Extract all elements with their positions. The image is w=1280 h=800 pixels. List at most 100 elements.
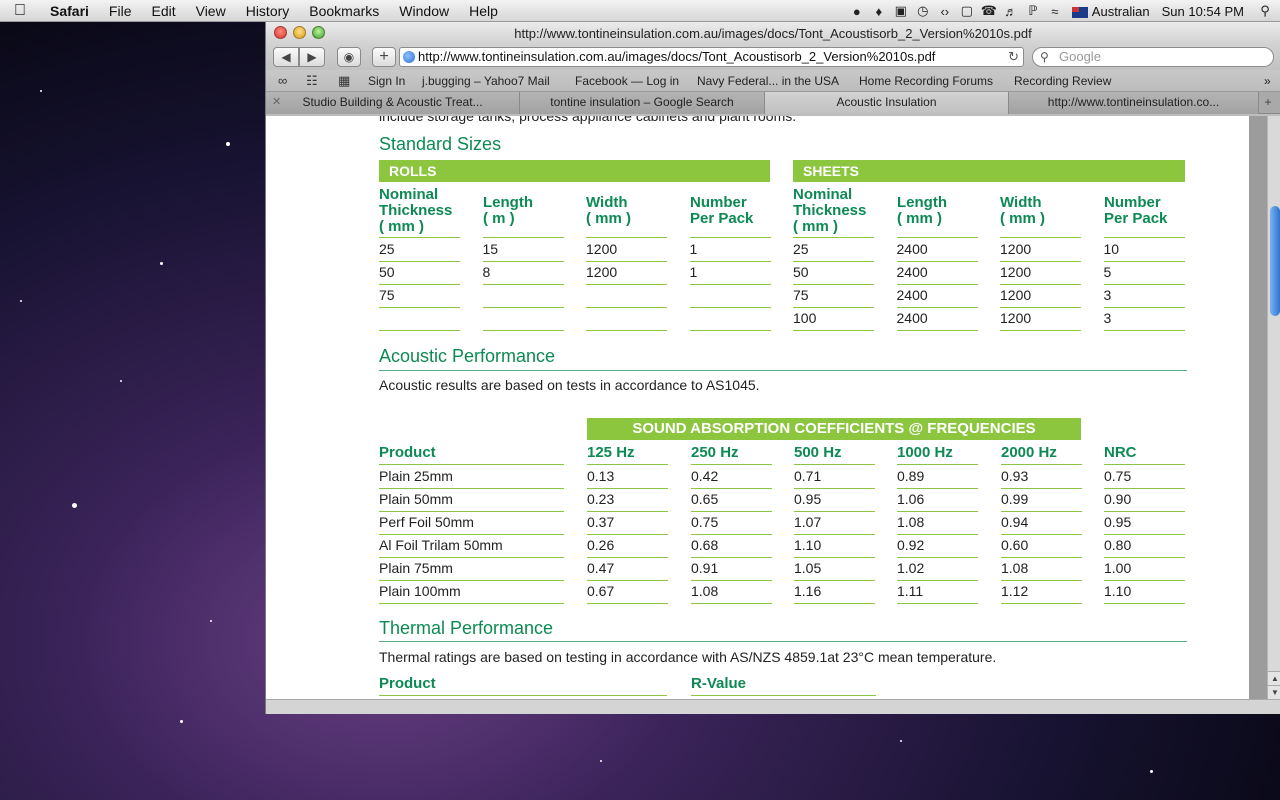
absorption-value-cell: 0.60 (1001, 535, 1082, 558)
star (900, 740, 902, 742)
bookmark-recording-review[interactable]: Recording Review (1014, 74, 1111, 88)
apple-menu-icon[interactable]:  (0, 2, 40, 20)
tab-studio-building[interactable]: ✕ Studio Building & Acoustic Treat... (266, 92, 520, 114)
australia-flag-icon (1071, 6, 1088, 18)
sheets-header-rule (793, 237, 874, 238)
spotlight-icon[interactable]: ⚲ (1250, 3, 1280, 19)
phone-icon[interactable]: ☎ (978, 3, 1000, 19)
vertical-scrollbar[interactable]: ▲ ▼ (1267, 116, 1280, 699)
absorption-value-cell: 0.93 (1001, 466, 1082, 489)
scroll-up-arrow[interactable]: ▲ (1268, 671, 1280, 685)
rolls-cell (689, 308, 771, 331)
code-icon[interactable]: ‹› (934, 4, 956, 19)
absorption-value-cell: 0.90 (1104, 489, 1185, 512)
standard-sizes-heading: Standard Sizes (379, 134, 502, 154)
bluetooth-icon[interactable]: ℙ (1022, 3, 1044, 19)
sheets-header-rule (1000, 237, 1081, 238)
sheets-header-thickness: Nominal Thickness( mm ) (793, 186, 867, 235)
rolls-cell: 15 (482, 239, 564, 262)
tab-acoustic-insulation[interactable]: Acoustic Insulation (765, 92, 1009, 114)
absorption-value-cell: 1.06 (897, 489, 978, 512)
bookmarks-overflow-icon[interactable]: » (1264, 74, 1271, 88)
star (210, 620, 212, 622)
bookmark-home-recording[interactable]: Home Recording Forums (859, 74, 993, 88)
forward-button[interactable]: ▶ (299, 47, 325, 67)
input-source-label: Australian (1091, 3, 1150, 19)
display-icon[interactable]: ▢ (956, 3, 978, 19)
absorption-header-rule (587, 464, 668, 465)
rolls-cell: 75 (379, 285, 460, 308)
rolls-header-rule (689, 237, 771, 238)
absorption-value-cell: 1.10 (1104, 581, 1185, 604)
rolls-cell: 1 (689, 239, 771, 262)
search-icon: ⚲ (1040, 50, 1049, 64)
star (40, 90, 42, 92)
browser-window: http://www.tontineinsulation.com.au/imag… (265, 22, 1280, 714)
absorption-value-cell: 0.94 (1001, 512, 1082, 535)
reading-glasses-icon[interactable]: ∞ (278, 73, 287, 88)
menu-history[interactable]: History (236, 3, 300, 19)
rolls-cell (482, 285, 564, 308)
bookmark-navy-federal[interactable]: Navy Federal... in the USA (697, 74, 839, 88)
absorption-product-cell: Plain 25mm (379, 466, 564, 489)
absorption-value-cell: 0.23 (587, 489, 668, 512)
scroll-down-arrow[interactable]: ▼ (1268, 685, 1280, 699)
absorption-header-rule (897, 464, 978, 465)
menu-view[interactable]: View (186, 3, 236, 19)
rolls-cell: 1200 (586, 262, 667, 285)
menu-file[interactable]: File (99, 3, 142, 19)
tab-pdf[interactable]: http://www.tontineinsulation.co... (1009, 92, 1259, 114)
absorption-header-rule (794, 464, 875, 465)
new-tab-button[interactable]: + (1260, 92, 1276, 113)
tab-bar: ✕ Studio Building & Acoustic Treat... ton… (266, 92, 1280, 114)
menu-help[interactable]: Help (459, 3, 508, 19)
menu-window[interactable]: Window (389, 3, 459, 19)
tab-label: tontine insulation – Google Search (550, 95, 734, 109)
wifi-icon[interactable]: ≈ (1044, 4, 1066, 19)
star (226, 142, 230, 146)
menu-bookmarks[interactable]: Bookmarks (299, 3, 389, 19)
sheets-cell: 2400 (896, 308, 978, 331)
bookmark-yahoo-mail[interactable]: j.bugging – Yahoo7 Mail (422, 74, 550, 88)
search-field[interactable]: ⚲ Google (1032, 47, 1274, 67)
sheets-header-width: Width( mm ) (1000, 194, 1045, 227)
close-tab-icon[interactable]: ✕ (272, 92, 281, 113)
back-button[interactable]: ◀ (273, 47, 299, 67)
status-app-icon[interactable]: ● (846, 4, 868, 19)
menu-clock[interactable]: Sun 10:54 PM (1156, 4, 1250, 19)
grid-icon[interactable]: ▦ (338, 73, 350, 89)
bookmark-facebook[interactable]: Facebook — Log in (575, 74, 679, 88)
status-app-icon[interactable]: ▣ (890, 3, 912, 19)
bookmark-sign-in[interactable]: Sign In (368, 74, 405, 88)
time-machine-icon[interactable]: ◷ (912, 3, 934, 19)
sheets-cell: 25 (793, 239, 874, 262)
rolls-bar: ROLLS (379, 160, 770, 182)
absorption-header: Product (379, 444, 436, 461)
input-source[interactable]: Australian (1066, 4, 1156, 19)
absorption-value-cell: 1.08 (897, 512, 978, 535)
star (180, 720, 183, 723)
sheets-header-number: Number Per Pack (1104, 194, 1168, 227)
menu-edit[interactable]: Edit (141, 3, 185, 19)
absorption-header: 2000 Hz (1001, 444, 1057, 461)
open-book-icon[interactable]: ☷ (306, 73, 318, 89)
absorption-header-rule (379, 464, 564, 465)
add-bookmark-button[interactable]: + (372, 47, 396, 67)
stop-icon[interactable]: ◉ (337, 47, 361, 67)
menu-app-name[interactable]: Safari (40, 3, 99, 19)
absorption-header: 500 Hz (794, 444, 842, 461)
reload-icon[interactable]: ↻ (1008, 48, 1019, 66)
rolls-cell (586, 308, 667, 331)
rolls-cell: 1200 (586, 239, 667, 262)
volume-icon[interactable]: ♬ (1000, 4, 1022, 19)
acoustic-rule (379, 370, 1187, 371)
tab-google-search[interactable]: tontine insulation – Google Search (520, 92, 765, 114)
scrollbar-thumb[interactable] (1270, 206, 1280, 316)
rolls-header-rule (586, 237, 667, 238)
absorption-value-cell: 0.80 (1104, 535, 1185, 558)
title-bar[interactable]: http://www.tontineinsulation.com.au/imag… (266, 22, 1280, 44)
tab-label: Studio Building & Acoustic Treat... (302, 95, 483, 109)
status-app-icon[interactable]: ♦ (868, 4, 890, 19)
address-bar[interactable]: http://www.tontineinsulation.com.au/imag… (399, 47, 1024, 67)
absorption-header-rule (1001, 464, 1082, 465)
